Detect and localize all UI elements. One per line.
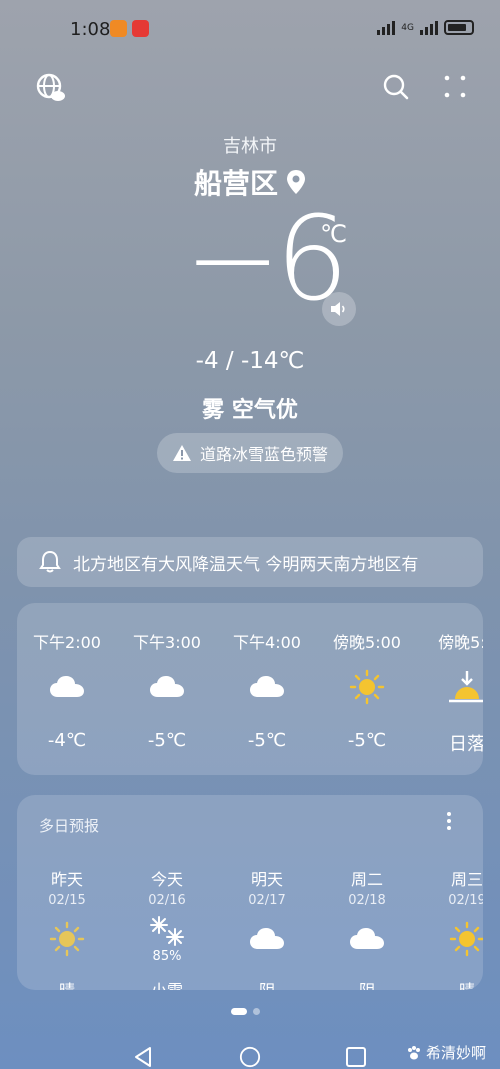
app-notification-icon [132, 20, 149, 37]
city-management-icon[interactable] [35, 72, 67, 104]
daily-item: 周二 02/18 阴 [317, 795, 417, 990]
daily-item: 昨天 02/15 晴 [17, 795, 117, 990]
app-notification-icon [110, 20, 127, 37]
daily-date: 02/19 [448, 893, 483, 908]
daily-day: 周二 [350, 870, 383, 889]
daily-condition: 阴 [317, 977, 417, 990]
daily-condition: 小雪 [117, 977, 217, 990]
cloud-icon [250, 928, 284, 949]
warning-icon [172, 445, 191, 461]
hourly-item: 傍晚5:00 -5℃ [317, 603, 417, 775]
temperature-range: -4 / -14℃ [195, 348, 305, 374]
status-bar: 1:08 4G [0, 0, 500, 58]
warning-text: 道路冰雪蓝色预警 [199, 445, 328, 464]
status-time: 1:08 [70, 19, 111, 40]
daily-date: 02/16 [148, 893, 186, 908]
sunset-icon [449, 671, 483, 703]
hourly-time: 傍晚5:0 [438, 633, 483, 652]
daily-date: 02/15 [48, 893, 86, 908]
hourly-time: 下午2:00 [33, 633, 101, 652]
sun-icon [449, 921, 483, 957]
bell-icon [39, 550, 61, 573]
page-indicator[interactable] [231, 1008, 260, 1015]
hourly-forecast-card[interactable]: 下午2:00 -4℃ 下午3:00 -5℃ 下午4:00 -5℃ 傍晚5:00 … [17, 603, 483, 775]
city-name: 吉林市 [223, 136, 277, 157]
hourly-item: 下午2:00 -4℃ [17, 603, 117, 775]
hourly-item: 傍晚5:0 日落 [417, 603, 483, 775]
cloud-icon [250, 676, 284, 697]
daily-day: 今天 [150, 870, 183, 889]
page-dot-active[interactable] [231, 1008, 247, 1015]
paw-icon [407, 1045, 420, 1059]
daily-item: 今天 02/16 85% 小雪 [117, 795, 217, 990]
daily-date: 02/17 [248, 893, 286, 908]
watermark: 希清妙啊 [406, 1042, 486, 1063]
daily-day: 昨天 [50, 870, 83, 889]
cloud-icon [350, 928, 384, 949]
battery-icon [444, 20, 474, 35]
status-icons: 4G [377, 20, 474, 35]
daily-condition: 阴 [217, 977, 317, 990]
signal-icon [377, 20, 396, 35]
daily-day: 明天 [250, 870, 283, 889]
speaker-icon [331, 302, 345, 316]
cloud-icon [150, 676, 184, 697]
cloud-icon [50, 676, 84, 697]
network-label: 4G [401, 22, 414, 33]
daily-precip: 85% [152, 949, 182, 964]
news-text: 北方地区有大风降温天气 今明两天南方地区有 [73, 554, 419, 575]
daily-item: 周三 02/19 晴 [417, 795, 483, 990]
news-ticker[interactable]: 北方地区有大风降温天气 今明两天南方地区有 [17, 537, 483, 587]
signal-icon [420, 20, 438, 35]
page-dot[interactable] [253, 1008, 260, 1015]
daily-forecast-card[interactable]: 多日预报 昨天 02/15 晴 今天 02/16 [17, 795, 483, 990]
home-icon[interactable] [238, 1046, 262, 1068]
hourly-item: 下午4:00 -5℃ [217, 603, 317, 775]
weather-condition: 雾 空气优 [202, 398, 298, 423]
daily-condition: 晴 [417, 977, 483, 990]
temperature-unit: ℃ [320, 220, 347, 248]
hourly-time: 下午3:00 [133, 633, 201, 652]
voice-broadcast-button[interactable] [322, 292, 356, 326]
daily-condition: 晴 [17, 977, 117, 990]
hourly-time: 傍晚5:00 [333, 633, 401, 652]
watermark-text: 希清妙啊 [425, 1044, 486, 1062]
hourly-temp: -5℃ [347, 730, 387, 751]
hourly-temp: -4℃ [47, 730, 87, 751]
daily-item: 明天 02/17 阴 [217, 795, 317, 990]
snow-icon [150, 916, 184, 946]
hourly-time: 下午4:00 [233, 633, 301, 652]
daily-date: 02/18 [348, 893, 386, 908]
sun-icon [349, 669, 385, 705]
recents-icon[interactable] [345, 1046, 367, 1068]
weather-warning-button[interactable]: 道路冰雪蓝色预警 [157, 433, 343, 473]
back-icon[interactable] [132, 1046, 154, 1068]
sun-icon [49, 921, 85, 957]
hourly-temp: -5℃ [147, 730, 187, 751]
hourly-temp: 日落 [449, 734, 483, 755]
hourly-item: 下午3:00 -5℃ [117, 603, 217, 775]
daily-day: 周三 [450, 870, 483, 889]
hourly-temp: -5℃ [247, 730, 287, 751]
search-icon[interactable] [382, 72, 410, 102]
more-icon[interactable] [443, 72, 469, 102]
